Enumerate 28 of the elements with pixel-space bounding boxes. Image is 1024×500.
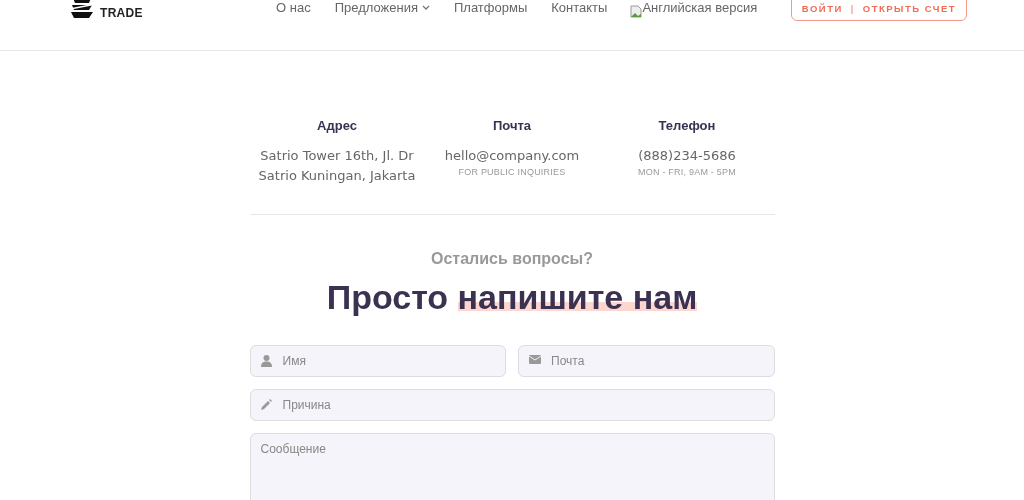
nav-link[interactable]: Предложения [334, 0, 430, 18]
message-field[interactable]: Сообщение [249, 432, 775, 500]
pencil-icon [260, 398, 272, 410]
contact-note: MON - FRI, 9AM - 5PM [638, 165, 736, 179]
language-link[interactable]: Английская версия [630, 0, 758, 18]
contact-value: hello@company.com [444, 146, 580, 165]
nav-link[interactable]: Платформы [453, 0, 528, 18]
broken-image-icon [630, 4, 643, 18]
contact-note: FOR PUBLIC INQUIRIES [458, 165, 566, 179]
contact-value: (888)234-5686 [638, 146, 736, 165]
nav-link[interactable]: Контакты [551, 0, 608, 18]
input-field[interactable]: Имя [249, 344, 506, 377]
contact-title: Адрес [317, 117, 357, 135]
input-field[interactable]: Почта [518, 344, 775, 377]
contact-title: Почта [492, 117, 532, 135]
chevron-down-icon [421, 5, 430, 11]
contact-value: Satrio Tower 16th, Jl. Dr [260, 146, 414, 165]
contact-title: Телефон [658, 117, 716, 135]
envelope-icon [529, 354, 541, 364]
contact-value: Satrio Kuningan, Jakarta [258, 166, 416, 185]
logo-text: TRADE [100, 5, 143, 22]
form-subtitle: Остались вопросы? [430, 248, 594, 269]
logo[interactable]: TRADE [70, 0, 143, 22]
user-icon [260, 354, 272, 367]
account-button[interactable]: ВОЙТИ | ОТКРЫТЬ СЧЕТ [791, 0, 967, 21]
ship-logo-icon [70, 0, 96, 20]
input-field[interactable]: Причина [249, 388, 775, 421]
nav-link[interactable]: О нас [276, 0, 311, 18]
